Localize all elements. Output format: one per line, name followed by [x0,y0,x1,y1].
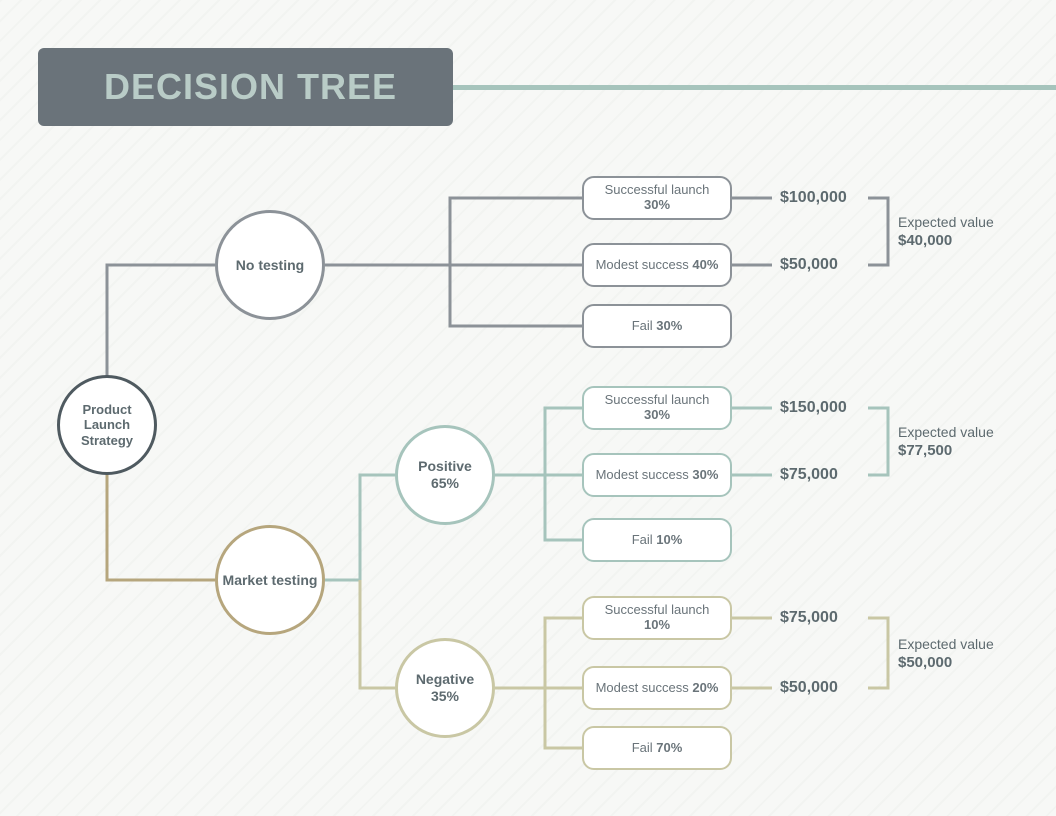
nt-success-pct: 30% [644,197,670,212]
nt-expected: Expected value $40,000 [898,214,994,250]
positive-label: Positive [418,458,472,475]
pos-ev-label: Expected value [898,424,994,442]
pos-ev-value: $77,500 [898,442,994,461]
connectors [0,0,1056,816]
pill-nt-modest: Modest success 40% [582,243,732,287]
pill-pos-fail: Fail 10% [582,518,732,562]
pos-success-value: $150,000 [780,399,847,417]
neg-fail-pct: 70% [656,740,682,755]
node-root: Product Launch Strategy [57,375,157,475]
positive-pct: 65% [418,475,472,492]
pill-pos-success: Successful launch 30% [582,386,732,430]
nt-ev-label: Expected value [898,214,994,232]
pos-expected: Expected value $77,500 [898,424,994,460]
market-testing-label: Market testing [223,572,318,589]
node-market-testing: Market testing [215,525,325,635]
neg-modest-value: $50,000 [780,679,838,697]
pill-nt-fail: Fail 30% [582,304,732,348]
nt-fail-pct: 30% [656,318,682,333]
pos-fail-label: Fail [632,532,653,547]
pill-neg-success: Successful launch 10% [582,596,732,640]
pos-success-pct: 30% [644,407,670,422]
neg-ev-value: $50,000 [898,654,994,673]
negative-label: Negative [416,671,474,688]
pill-neg-fail: Fail 70% [582,726,732,770]
neg-fail-label: Fail [632,740,653,755]
nt-success-value: $100,000 [780,189,847,207]
pos-modest-pct: 30% [692,467,718,482]
nt-modest-pct: 40% [692,257,718,272]
pos-modest-value: $75,000 [780,466,838,484]
neg-modest-pct: 20% [692,680,718,695]
node-root-label: Product Launch Strategy [60,402,154,449]
neg-expected: Expected value $50,000 [898,636,994,672]
pill-neg-modest: Modest success 20% [582,666,732,710]
pos-success-label: Successful launch [605,392,710,407]
pill-pos-modest: Modest success 30% [582,453,732,497]
pos-modest-label: Modest success [596,467,689,482]
neg-success-value: $75,000 [780,609,838,627]
neg-success-pct: 10% [644,617,670,632]
nt-fail-label: Fail [632,318,653,333]
pos-fail-pct: 10% [656,532,682,547]
nt-modest-label: Modest success [596,257,689,272]
negative-pct: 35% [416,688,474,705]
nt-modest-value: $50,000 [780,256,838,274]
nt-success-label: Successful launch [605,182,710,197]
node-no-testing: No testing [215,210,325,320]
nt-ev-value: $40,000 [898,232,994,251]
neg-ev-label: Expected value [898,636,994,654]
pill-nt-success: Successful launch 30% [582,176,732,220]
neg-modest-label: Modest success [596,680,689,695]
node-negative: Negative 35% [395,638,495,738]
neg-success-label: Successful launch [605,602,710,617]
node-positive: Positive 65% [395,425,495,525]
no-testing-label: No testing [236,257,304,274]
